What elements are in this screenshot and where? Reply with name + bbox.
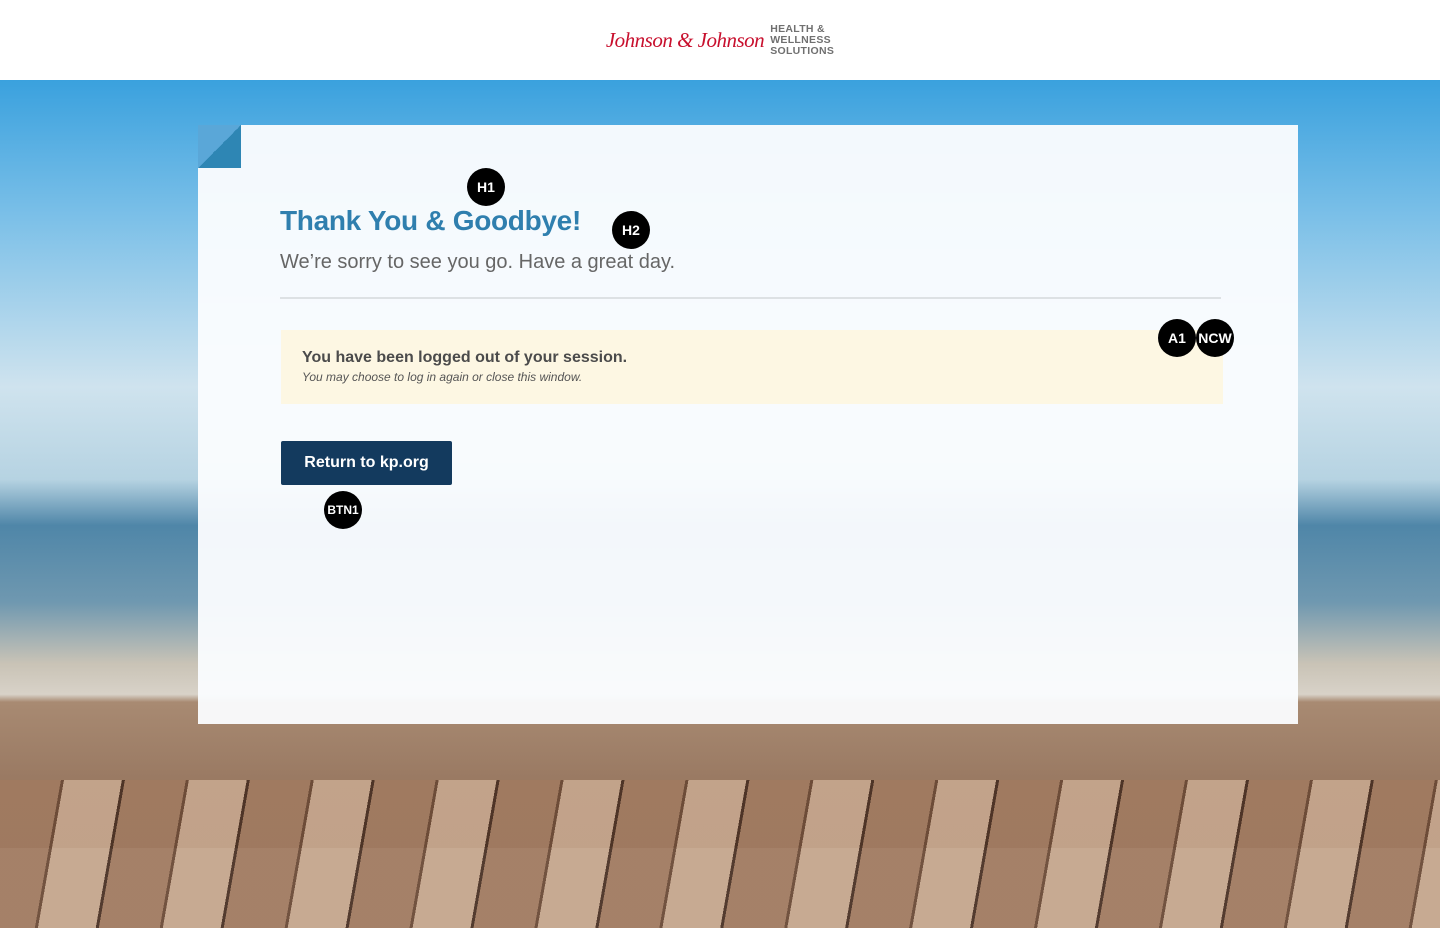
marker-h2: H2	[612, 211, 650, 249]
return-to-kp-button[interactable]: Return to kp.org	[281, 441, 452, 485]
marker-h1: H1	[467, 168, 505, 206]
jnj-logo: Johnson & Johnson	[605, 27, 765, 52]
logo-line: SOLUTIONS	[770, 44, 835, 57]
logo-line: WELLNESS	[770, 33, 831, 46]
site-header: Johnson & Johnson HEALTH & WELLNESS SOLU…	[0, 0, 1440, 80]
logo-line: HEALTH &	[770, 22, 825, 35]
marker-btn1: BTN1	[324, 491, 362, 529]
logo-tagline: HEALTH & WELLNESS SOLUTIONS	[770, 22, 835, 57]
alert-title: You have been logged out of your session…	[302, 349, 628, 366]
divider	[280, 297, 1221, 299]
wood-deck	[0, 780, 1440, 928]
marker-ncw: NCW	[1196, 319, 1234, 357]
page-title: Thank You & Goodbye!	[280, 205, 581, 236]
alert-message: You may choose to log in again or close …	[302, 370, 583, 384]
logout-alert: You have been logged out of your session…	[281, 330, 1223, 404]
folded-corner-mask	[198, 125, 241, 168]
marker-a1: A1	[1158, 319, 1196, 357]
page-subtitle: We’re sorry to see you go. Have a great …	[280, 251, 676, 273]
